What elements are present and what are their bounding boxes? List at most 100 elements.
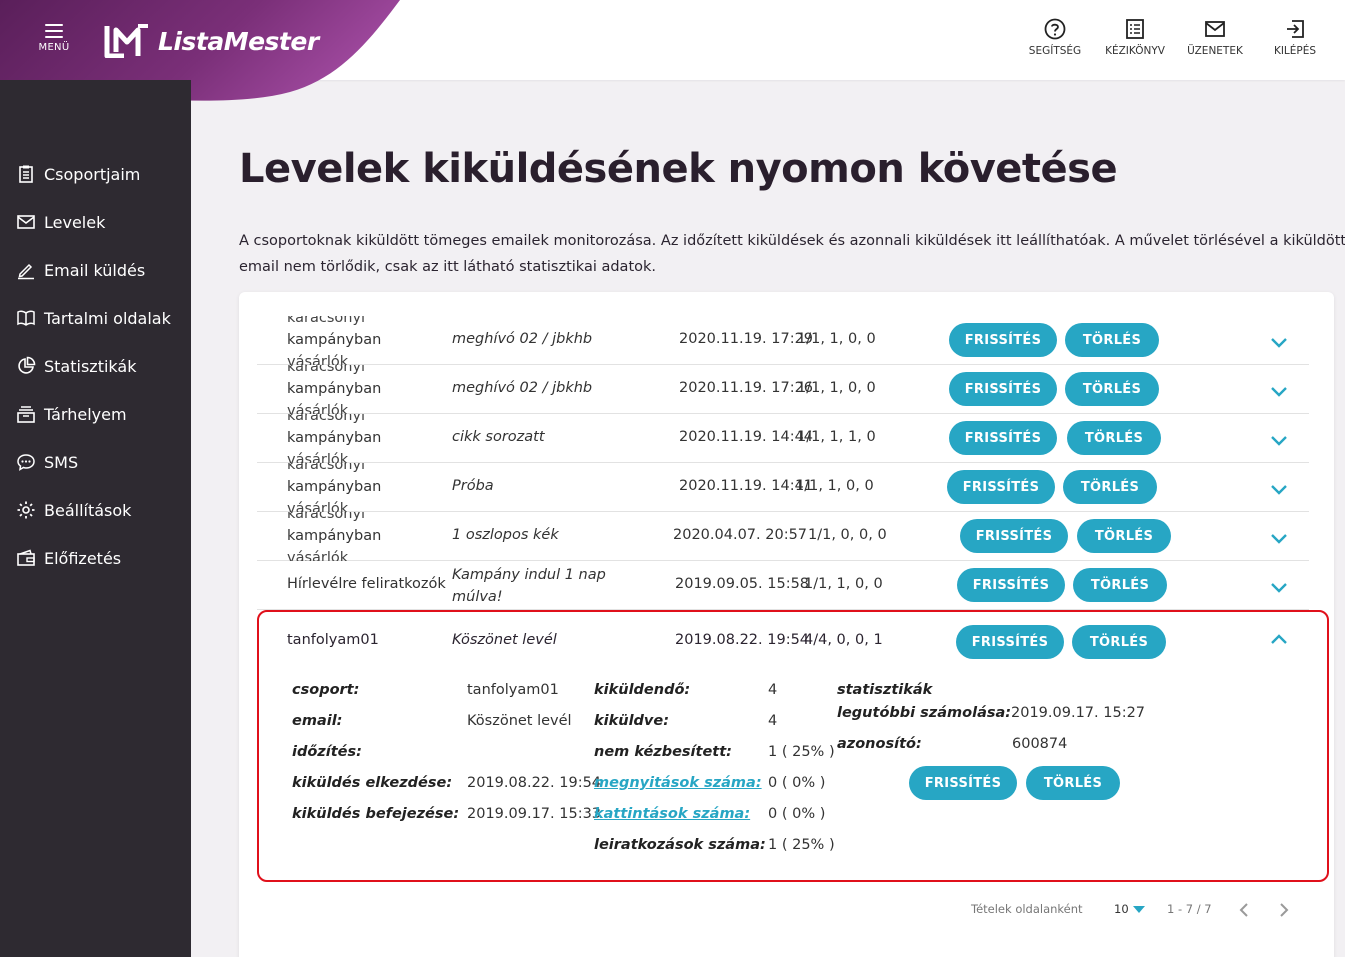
- group-name-part: kampányban: [287, 381, 382, 397]
- refresh-button[interactable]: FRISSÍTÉS: [947, 470, 1055, 504]
- detail-value: 0 ( 0% ): [768, 775, 826, 791]
- opens-link[interactable]: megnyitások száma:: [594, 775, 762, 791]
- sidebar-item-groups[interactable]: Csoportjaim: [0, 150, 191, 198]
- refresh-button[interactable]: FRISSÍTÉS: [957, 568, 1065, 602]
- sidebar-item-subscription[interactable]: Előfizetés: [0, 534, 191, 582]
- logo[interactable]: ListaMester: [104, 24, 319, 58]
- storage-icon: [17, 406, 35, 423]
- mailings-list-card: karácsonyi kampányban vásárlók meghívó 0…: [239, 292, 1334, 957]
- delete-button[interactable]: TÖRLÉS: [1063, 470, 1157, 504]
- chevron-down-icon[interactable]: [1267, 379, 1291, 403]
- send-date: 2019.09.05. 15:58: [675, 576, 810, 592]
- email-name: meghívó 02 / jbkhb: [452, 331, 593, 347]
- sidebar-item-storage[interactable]: Tárhelyem: [0, 390, 191, 438]
- table-row: karácsonyi kampányban vásárlók 1 oszlopo…: [257, 512, 1309, 561]
- delete-button[interactable]: TÖRLÉS: [1067, 421, 1161, 455]
- detail-delete-button[interactable]: TÖRLÉS: [1026, 766, 1120, 800]
- send-stats: 1/1, 1, 1, 0: [797, 429, 876, 445]
- chevron-down-icon[interactable]: [1267, 428, 1291, 452]
- envelope-icon: [17, 215, 35, 229]
- send-stats: 1/1, 1, 0, 0: [797, 380, 876, 396]
- chevron-down-icon[interactable]: [1267, 477, 1291, 501]
- per-page-label: Tételek oldalanként: [971, 902, 1083, 916]
- email-name: meghívó 02 / jbkhb: [452, 380, 593, 396]
- email-name: Próba: [452, 478, 494, 494]
- delete-button[interactable]: TÖRLÉS: [1065, 372, 1159, 406]
- book-icon: [17, 310, 35, 326]
- table-row: Hírlevélre feliratkozók Kampány indul 1 …: [257, 561, 1309, 610]
- sidebar-item-sms[interactable]: SMS: [0, 438, 191, 486]
- sidebar-item-letters[interactable]: Levelek: [0, 198, 191, 246]
- group-name: tanfolyam01: [287, 632, 379, 648]
- help-button[interactable]: SEGÍTSÉG: [1015, 18, 1095, 57]
- send-date: 2020.11.19. 17:29: [679, 331, 814, 347]
- gear-icon: [17, 501, 35, 519]
- detail-label: nem kézbesített:: [594, 744, 732, 760]
- send-stats: 4/4, 0, 0, 1: [804, 632, 883, 648]
- refresh-button[interactable]: FRISSÍTÉS: [956, 625, 1064, 659]
- detail-label: kiküldés befejezése:: [292, 806, 460, 822]
- refresh-button[interactable]: FRISSÍTÉS: [949, 372, 1057, 406]
- delete-button[interactable]: TÖRLÉS: [1072, 625, 1166, 659]
- menu-button[interactable]: MENÜ: [30, 24, 78, 64]
- chevron-down-icon[interactable]: [1267, 330, 1291, 354]
- send-stats: 1/1, 0, 0, 0: [808, 527, 887, 543]
- refresh-button[interactable]: FRISSÍTÉS: [960, 519, 1068, 553]
- chevron-down-icon[interactable]: [1267, 526, 1291, 550]
- sidebar-item-label: Tárhelyem: [44, 404, 127, 424]
- detail-label: legutóbbi számolása:: [837, 705, 1012, 721]
- messages-button[interactable]: ÜZENETEK: [1175, 18, 1255, 57]
- group-cell: karácsonyi kampányban vásárlók: [287, 365, 447, 414]
- per-page-select[interactable]: 10: [1114, 902, 1145, 916]
- send-date: 2020.11.19. 14:41: [679, 478, 814, 494]
- stats-title: statisztikák: [837, 682, 933, 698]
- group-name-part: karácsonyi: [287, 365, 366, 375]
- mail-icon: [1205, 21, 1225, 37]
- sidebar: Csoportjaim Levelek Email küldés Tartalm…: [0, 80, 191, 957]
- refresh-button[interactable]: FRISSÍTÉS: [949, 323, 1057, 357]
- clicks-link[interactable]: kattintások száma:: [594, 806, 750, 822]
- chevron-up-icon[interactable]: [1267, 628, 1291, 652]
- detail-label: azonosító:: [837, 736, 922, 752]
- group-cell: karácsonyi kampányban vásárlók: [287, 414, 447, 463]
- group-name-part: vásárlók: [287, 354, 349, 365]
- detail-value: 2019.09.17. 15:27: [1011, 705, 1146, 721]
- manual-button[interactable]: KÉZIKÖNYV: [1095, 18, 1175, 57]
- expanded-row-header[interactable]: tanfolyam01 Köszönet levél 2019.08.22. 1…: [259, 612, 1327, 668]
- detail-value: 2019.09.17. 15:33: [467, 806, 602, 822]
- detail-value: 2019.08.22. 19:54: [467, 775, 602, 791]
- delete-button[interactable]: TÖRLÉS: [1073, 568, 1167, 602]
- detail-label: kiküldve:: [594, 713, 670, 729]
- chevron-left-icon[interactable]: [1235, 900, 1255, 920]
- detail-label: kiküldendő:: [594, 682, 691, 698]
- chevron-down-icon[interactable]: [1267, 575, 1291, 599]
- send-date: 2020.11.19. 17:26: [679, 380, 814, 396]
- logout-label: KILÉPÉS: [1273, 45, 1317, 57]
- group-name-part: kampányban: [287, 430, 382, 446]
- email-name: Kampány indul 1 nap múlva!: [452, 567, 606, 605]
- dropdown-triangle-icon: [1132, 906, 1145, 913]
- group-name-part: vásárlók: [287, 452, 349, 463]
- messages-label: ÜZENETEK: [1187, 45, 1243, 57]
- page-range: 1 - 7 / 7: [1167, 902, 1212, 916]
- sidebar-item-settings[interactable]: Beállítások: [0, 486, 191, 534]
- sidebar-item-label: Email küldés: [44, 260, 146, 280]
- detail-value: Köszönet levél: [467, 713, 572, 729]
- sidebar-item-label: Előfizetés: [44, 548, 122, 568]
- sidebar-item-statistics[interactable]: Statisztikák: [0, 342, 191, 390]
- sidebar-item-content-pages[interactable]: Tartalmi oldalak: [0, 294, 191, 342]
- table-row: karácsonyi kampányban vásárlók Próba 202…: [257, 463, 1309, 512]
- detail-label: leiratkozások száma:: [594, 837, 766, 853]
- logout-button[interactable]: KILÉPÉS: [1255, 18, 1335, 57]
- detail-value: tanfolyam01: [467, 682, 559, 698]
- refresh-button[interactable]: FRISSÍTÉS: [949, 421, 1057, 455]
- sidebar-item-send-email[interactable]: Email küldés: [0, 246, 191, 294]
- help-icon: [1044, 18, 1066, 40]
- detail-refresh-button[interactable]: FRISSÍTÉS: [909, 766, 1017, 800]
- help-label: SEGÍTSÉG: [1028, 45, 1082, 57]
- sidebar-item-label: Beállítások: [44, 500, 132, 520]
- hamburger-icon: [45, 24, 63, 38]
- delete-button[interactable]: TÖRLÉS: [1065, 323, 1159, 357]
- chevron-right-icon[interactable]: [1273, 900, 1293, 920]
- delete-button[interactable]: TÖRLÉS: [1077, 519, 1171, 553]
